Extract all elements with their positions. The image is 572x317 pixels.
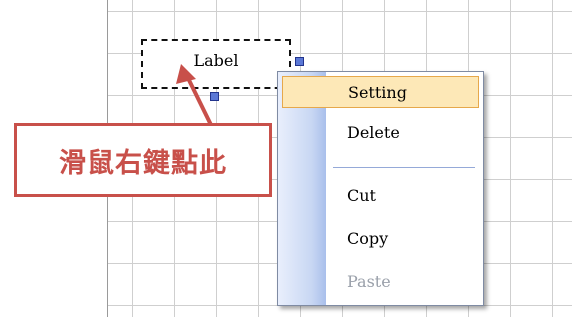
annotation-text: 滑鼠右鍵點此 bbox=[59, 147, 227, 179]
annotation-callout: 滑鼠右鍵點此 bbox=[14, 123, 272, 197]
